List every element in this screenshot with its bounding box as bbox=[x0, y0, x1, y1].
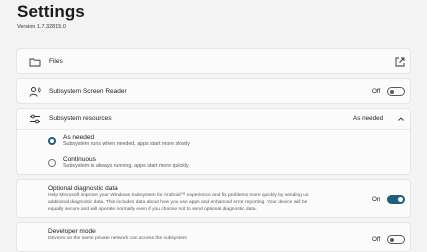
resources-divider bbox=[17, 129, 410, 130]
sliders-icon bbox=[29, 113, 41, 125]
diagnostic-row: Optional diagnostic data Help Microsoft … bbox=[16, 179, 411, 218]
resources-panel: Subsystem resources As needed As needed … bbox=[16, 108, 411, 175]
option-continuous-title: Continuous bbox=[63, 156, 96, 163]
resources-header[interactable]: Subsystem resources As needed bbox=[17, 109, 410, 129]
screen-reader-toggle[interactable] bbox=[387, 87, 405, 96]
screen-reader-label: Subsystem Screen Reader bbox=[49, 88, 127, 95]
option-continuous[interactable]: Continuous Subsystem is always running, … bbox=[17, 153, 410, 173]
person-sound-icon bbox=[29, 86, 41, 98]
diagnostic-label: Optional diagnostic data bbox=[48, 185, 118, 192]
files-label: Files bbox=[49, 58, 63, 65]
developer-description: Devices on the same private network can … bbox=[48, 236, 187, 241]
version-text: Version 1.7.32815.0 bbox=[17, 24, 66, 30]
option-as-needed-title: As needed bbox=[63, 134, 95, 141]
radio-as-needed[interactable] bbox=[48, 137, 56, 145]
diagnostic-state: On bbox=[372, 196, 381, 203]
diagnostic-description-3: equally secure and will operate normally… bbox=[48, 207, 257, 212]
screen-reader-row[interactable]: Subsystem Screen Reader Off bbox=[16, 78, 411, 104]
diagnostic-toggle[interactable] bbox=[387, 195, 405, 204]
option-as-needed-description: Subsystem runs when needed, apps start m… bbox=[63, 141, 190, 147]
radio-continuous[interactable] bbox=[48, 159, 56, 167]
diagnostic-description-2: additional diagnostic data. This include… bbox=[48, 200, 308, 205]
screen-reader-state: Off bbox=[372, 88, 381, 95]
page-title: Settings bbox=[17, 2, 85, 21]
diagnostic-description-1: Help Microsoft improve your Windows Subs… bbox=[48, 193, 309, 198]
resources-selected-value: As needed bbox=[353, 115, 384, 122]
files-row[interactable]: Files bbox=[16, 48, 411, 74]
open-external-icon[interactable] bbox=[394, 56, 406, 68]
developer-row: Developer mode Devices on the same priva… bbox=[16, 222, 411, 252]
folder-icon bbox=[29, 56, 41, 68]
chevron-up-icon[interactable] bbox=[395, 113, 407, 125]
option-as-needed[interactable]: As needed Subsystem runs when needed, ap… bbox=[17, 131, 410, 151]
resources-label: Subsystem resources bbox=[49, 115, 112, 122]
option-continuous-description: Subsystem is always running, apps start … bbox=[63, 163, 189, 169]
developer-label: Developer mode bbox=[48, 228, 96, 235]
